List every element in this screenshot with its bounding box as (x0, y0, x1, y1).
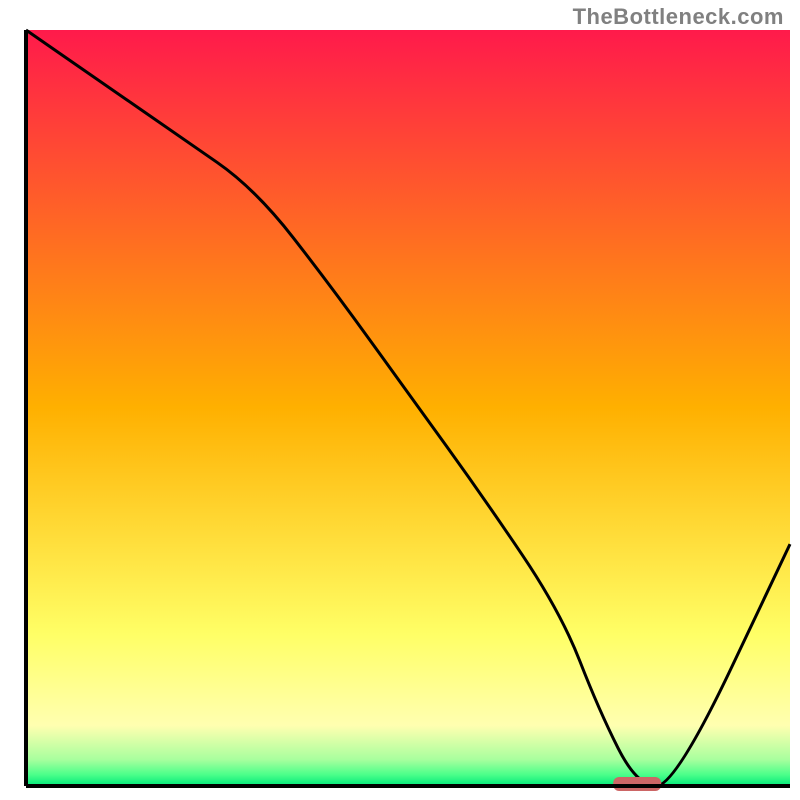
bottleneck-chart (0, 0, 800, 800)
watermark-text: TheBottleneck.com (573, 4, 784, 30)
plot-background (26, 30, 790, 786)
chart-container: TheBottleneck.com (0, 0, 800, 800)
